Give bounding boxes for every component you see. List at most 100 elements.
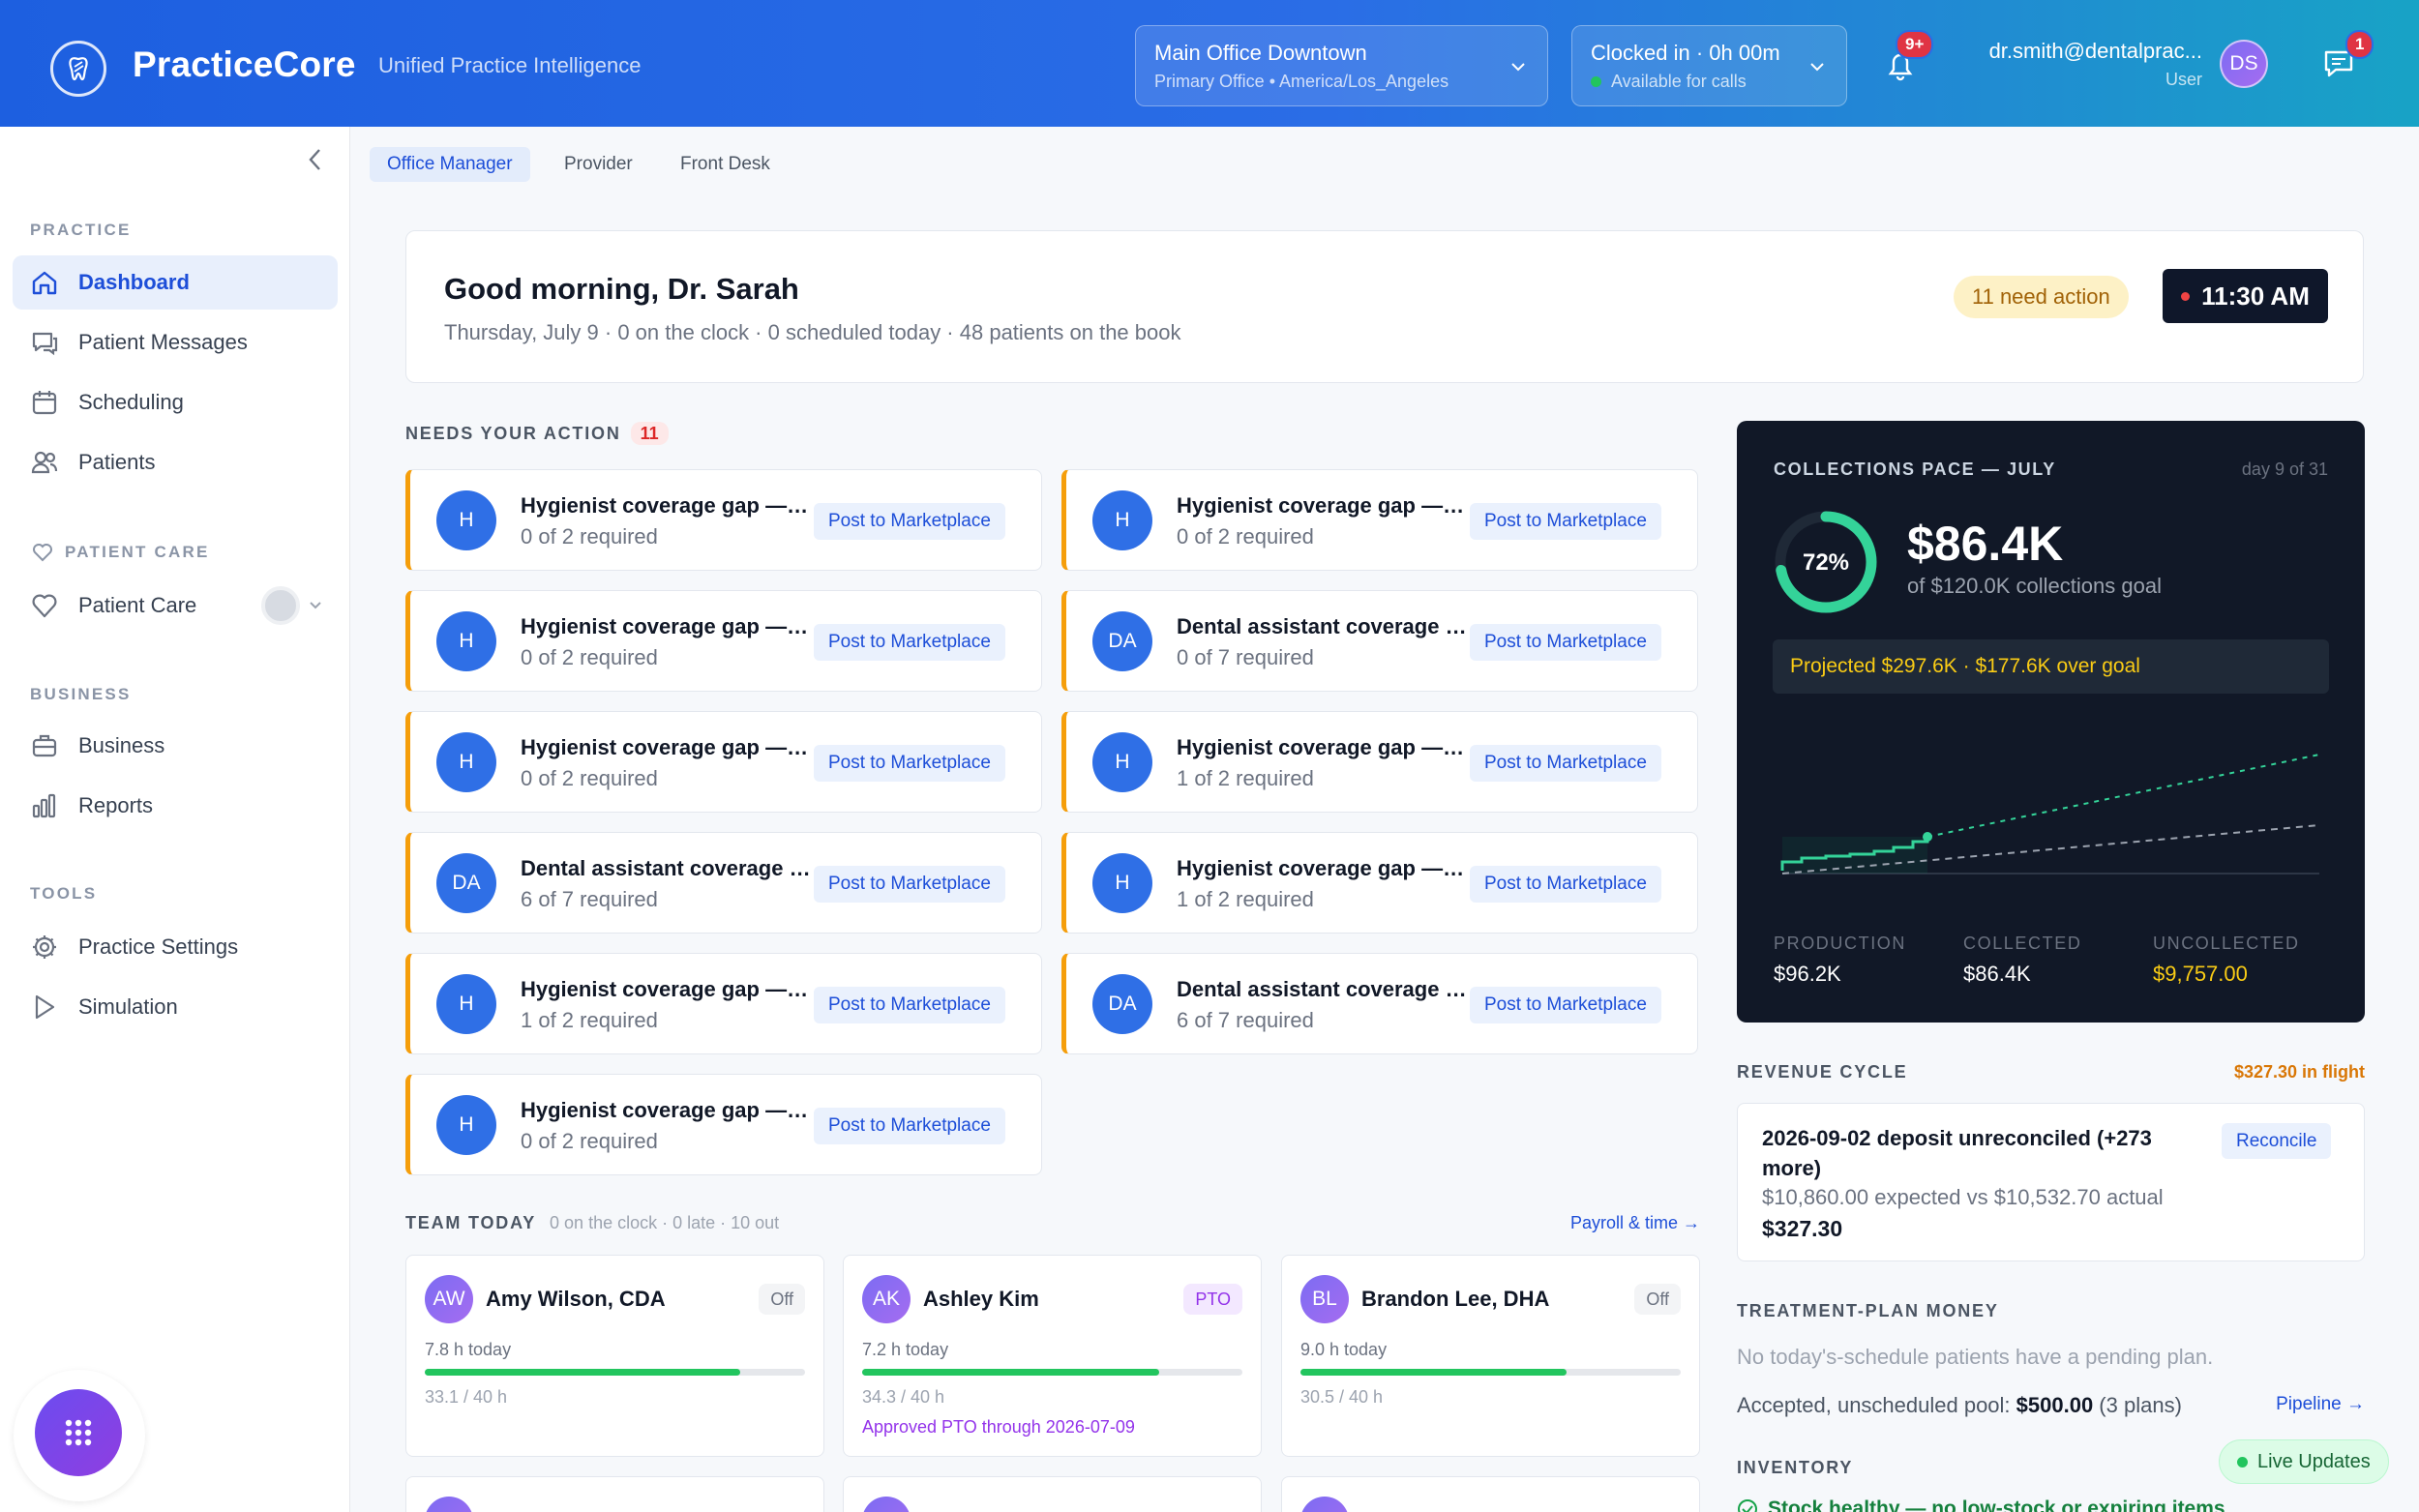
live-updates-badge[interactable]: Live Updates [2219,1439,2389,1484]
action-card[interactable]: DA Dental assistant coverage gap 6 of 7 re… [405,832,1042,934]
sidebar-item-reports[interactable]: Reports [13,779,338,833]
sidebar-item-scheduling[interactable]: Scheduling [13,375,338,430]
team-hours-bar [425,1369,805,1376]
reconcile-button[interactable]: Reconcile [2222,1123,2332,1159]
team-member-card[interactable] [1281,1476,1700,1512]
needs-action-heading: NEEDS YOUR ACTION 11 [405,422,669,445]
team-member-card[interactable]: AK Ashley Kim PTO 7.2 h today 34.3 / 40 h App… [843,1255,1262,1457]
team-hours-week: 30.5 / 40 h [1300,1387,1384,1407]
post-to-marketplace-button[interactable]: Post to Marketplace [814,1108,1005,1144]
tab-office-manager[interactable]: Office Manager [370,147,530,182]
treatment-pool: Accepted, unscheduled pool: $500.00 (3 p… [1737,1393,2182,1418]
collections-goal: of $120.0K collections goal [1907,574,2162,598]
sidebar-item-label: Patient Care [78,593,197,617]
stat-value: $86.4K [1963,962,2031,986]
patient-care-toggle[interactable] [261,586,300,625]
collections-pace-sparkline [1780,754,2320,875]
team-hours-today: 9.0 h today [1300,1340,1388,1359]
action-card[interactable]: H Hygienist coverage gap — Wednesday 1 of … [1061,711,1698,813]
user-email[interactable]: dr.smith@dentalprac... [1989,39,2202,64]
live-dot [2237,1456,2248,1468]
action-requirement: 1 of 2 required [1177,766,1314,790]
stat-label: COLLECTED [1963,934,2082,953]
clock-status-selector[interactable]: Clocked in · 0h 00m Available for calls [1571,25,1847,106]
action-card[interactable]: H Hygienist coverage gap — Thursday 1 of 2… [1061,832,1698,934]
collections-projection: Projected $297.6K · $177.6K over goal [1773,639,2329,694]
post-to-marketplace-button[interactable]: Post to Marketplace [814,745,1005,782]
action-card[interactable]: H Hygienist coverage gap — Friday 1 of 2 r… [405,953,1042,1054]
gear-icon [33,935,56,959]
payroll-time-link[interactable]: Payroll & time → [1570,1213,1700,1233]
stat-value: $9,757.00 [2153,962,2248,986]
revenue-in-flight: $327.30 in flight [2233,1062,2365,1082]
brand-name[interactable]: PracticeCore [133,44,356,85]
team-note: Approved PTO through 2026-07-09 [862,1417,1135,1437]
team-status-tag: Off [759,1284,805,1315]
sidebar-item-simulation[interactable]: Simulation [13,980,338,1034]
post-to-marketplace-button[interactable]: Post to Marketplace [1470,624,1661,661]
action-card[interactable]: H Hygienist coverage gap — Thursday 0 of 2… [405,469,1042,571]
inventory-heading: INVENTORY [1737,1458,1854,1477]
user-avatar[interactable]: DS [2220,40,2268,88]
post-to-marketplace-button[interactable]: Post to Marketplace [814,503,1005,540]
pipeline-link[interactable]: Pipeline → [2276,1394,2365,1415]
revenue-item-card: 2026-09-02 deposit unreconciled (+273 mo… [1737,1103,2365,1261]
sidebar-item-dashboard[interactable]: Dashboard [13,255,338,310]
apps-launcher-button[interactable] [35,1389,122,1476]
action-requirement: 0 of 2 required [521,645,658,669]
chevron-down-icon[interactable] [308,598,323,613]
team-hours-week: 33.1 / 40 h [425,1387,508,1407]
action-card[interactable]: H Hygienist coverage gap — Tuesday 0 of 2 … [405,711,1042,813]
greeting-card: Good morning, Dr. Sarah Thursday, July 9… [405,230,2364,383]
collections-day: day 9 of 31 [2241,460,2328,479]
need-action-badge[interactable]: 11 need action [1954,276,2129,318]
greeting-title: Good morning, Dr. Sarah [444,272,799,306]
team-member-card[interactable]: BL Brandon Lee, DHA Off 9.0 h today 30.5 / 4… [1281,1255,1700,1457]
chevron-down-icon [1810,63,1824,72]
collections-pace-card: COLLECTIONS PACE — JULY day 9 of 31 72% … [1737,421,2365,1023]
action-card[interactable]: H Hygienist coverage gap — Monday 0 of 2 r… [405,1074,1042,1175]
team-member-card[interactable] [405,1476,824,1512]
top-header: PracticeCore Unified Practice Intelligen… [0,0,2419,127]
action-avatar: DA [1092,611,1152,671]
sidebar-item-practice-settings[interactable]: Practice Settings [13,920,338,974]
sidebar-item-label: Scheduling [78,390,184,414]
tab-provider[interactable]: Provider [547,147,650,182]
post-to-marketplace-button[interactable]: Post to Marketplace [1470,987,1661,1023]
tab-front-desk[interactable]: Front Desk [663,147,788,182]
greeting-subtitle: Thursday, July 9 · 0 on the clock · 0 sc… [444,320,1181,344]
team-hours-week: 34.3 / 40 h [862,1387,945,1407]
action-card[interactable]: H Hygienist coverage gap — Friday 0 of 2 r… [1061,469,1698,571]
post-to-marketplace-button[interactable]: Post to Marketplace [814,987,1005,1023]
action-avatar: H [1092,853,1152,913]
location-selector[interactable]: Main Office Downtown Primary Office • Am… [1135,25,1548,106]
brand-tagline: Unified Practice Intelligence [378,53,642,77]
inventory-status: Stock healthy — no low-stock or expiring… [1737,1497,2225,1512]
action-card[interactable]: H Hygienist coverage gap — Monday 0 of 2 r… [405,590,1042,692]
team-member-card[interactable] [843,1476,1262,1512]
action-card[interactable]: DA Dental assistant coverage gap 0 of 7 re… [1061,590,1698,692]
action-requirement: 1 of 2 required [1177,887,1314,911]
post-to-marketplace-button[interactable]: Post to Marketplace [1470,866,1661,903]
action-requirement: 6 of 7 required [521,887,658,911]
sidebar-item-business[interactable]: Business [13,719,338,773]
treatment-empty-text: No today's-schedule patients have a pend… [1737,1345,2214,1369]
home-icon [32,271,57,295]
team-hours-fill [425,1369,741,1376]
action-requirement: 0 of 2 required [1177,524,1314,548]
sidebar-item-patients[interactable]: Patients [13,435,338,489]
post-to-marketplace-button[interactable]: Post to Marketplace [814,624,1005,661]
heart-icon [32,594,57,618]
post-to-marketplace-button[interactable]: Post to Marketplace [1470,503,1661,540]
team-member-card[interactable]: AW Amy Wilson, CDA Off 7.8 h today 33.1 / 40… [405,1255,824,1457]
section-practice: PRACTICE [30,221,132,239]
action-card[interactable]: DA Dental assistant coverage gap 6 of 7 re… [1061,953,1698,1054]
sidebar-item-patient-messages[interactable]: Patient Messages [13,315,338,370]
collapse-sidebar-icon[interactable] [305,146,326,173]
post-to-marketplace-button[interactable]: Post to Marketplace [1470,745,1661,782]
post-to-marketplace-button[interactable]: Post to Marketplace [814,866,1005,903]
users-icon [31,451,58,474]
action-avatar: H [1092,732,1152,792]
team-hours-bar [862,1369,1242,1376]
section-label: NEEDS YOUR ACTION [405,424,621,443]
